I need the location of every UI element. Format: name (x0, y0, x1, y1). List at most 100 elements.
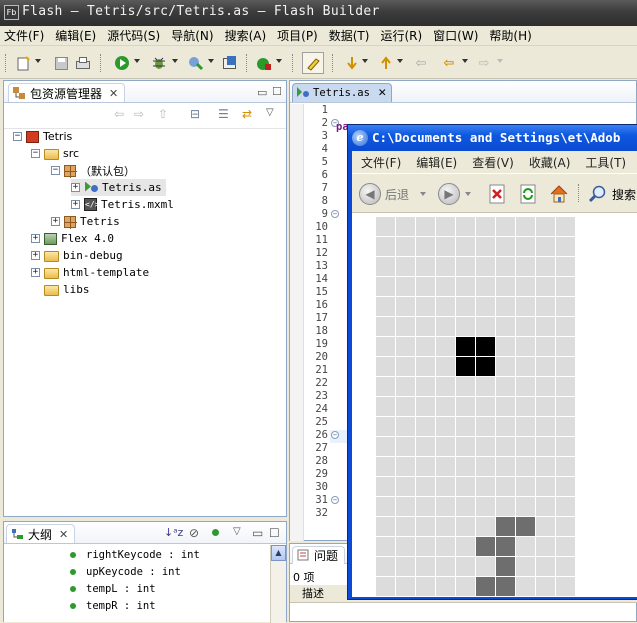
tree-item-tetris-mxml[interactable]: + </> Tetris.mxml (71, 196, 174, 213)
collapse-icon[interactable]: − (31, 149, 40, 158)
up-nav-icon[interactable]: ⇧ (158, 107, 168, 121)
outline-item[interactable]: tempR : int (70, 597, 156, 614)
menu-navigate[interactable]: 导航(N) (171, 27, 213, 44)
view-menu-icon[interactable]: ▽ (233, 526, 241, 537)
editor-tab-tetris-as[interactable]: Tetris.as ✕ (292, 83, 392, 102)
forward-nav-icon[interactable]: ⇨ (134, 107, 144, 121)
scroll-up-icon[interactable]: ▲ (271, 545, 286, 561)
forward-dropdown-icon[interactable] (497, 59, 503, 63)
maximize-icon[interactable]: ☐ (269, 526, 280, 540)
collapse-icon[interactable]: − (51, 166, 60, 175)
mark-occurrences-icon[interactable] (302, 52, 324, 74)
tree-item-libs[interactable]: libs (44, 281, 90, 298)
previous-annotation-icon[interactable] (377, 54, 395, 72)
debug-dropdown-icon[interactable] (172, 59, 178, 63)
expand-icon[interactable]: + (51, 217, 60, 226)
problems-tab[interactable]: 问题 (292, 546, 346, 564)
tree-item-flex-sdk[interactable]: + Flex 4.0 (31, 230, 114, 247)
menu-file[interactable]: 文件(F) (4, 27, 44, 44)
expand-icon[interactable]: + (31, 234, 40, 243)
last-edit-location-icon[interactable]: ⇦ (412, 54, 430, 72)
browser-menu-favorites[interactable]: 收藏(A) (529, 154, 571, 171)
sort-icon[interactable]: ↓ᵃz (164, 526, 183, 539)
browser-menu-view[interactable]: 查看(V) (472, 154, 514, 171)
search-icon[interactable] (588, 184, 608, 204)
expand-icon[interactable]: + (31, 251, 40, 260)
profile-icon[interactable] (187, 54, 205, 72)
outline-item[interactable]: rightKeycode : int (70, 546, 200, 563)
outline-scrollbar[interactable]: ▲ (270, 545, 286, 623)
new-file-icon[interactable] (14, 54, 32, 72)
tetris-board[interactable] (376, 217, 578, 597)
fold-toggle-icon[interactable]: − (331, 431, 339, 439)
browser-menu-tools[interactable]: 工具(T) (585, 154, 626, 171)
menu-help[interactable]: 帮助(H) (489, 27, 531, 44)
close-tab-icon[interactable]: ✕ (109, 87, 118, 100)
debug-icon[interactable] (150, 54, 168, 72)
collapse-all-icon[interactable]: ⊟ (190, 107, 200, 121)
export-release-icon[interactable] (221, 54, 239, 72)
menu-edit[interactable]: 编辑(E) (55, 27, 96, 44)
back-dropdown-icon[interactable] (420, 192, 426, 196)
outline-item[interactable]: tempL : int (70, 580, 156, 597)
run-dropdown-icon[interactable] (134, 59, 140, 63)
previous-annotation-dropdown-icon[interactable] (397, 59, 403, 63)
tree-item-default-package[interactable]: − （默认包） (51, 162, 135, 179)
tree-item-bin-debug[interactable]: + bin-debug (31, 247, 123, 264)
expand-icon[interactable]: + (31, 268, 40, 277)
tree-item-tetris-package[interactable]: + Tetris (51, 213, 120, 230)
menu-data[interactable]: 数据(T) (329, 27, 370, 44)
external-tools-icon[interactable] (255, 54, 273, 72)
maximize-icon[interactable]: ☐ (272, 85, 282, 98)
stop-icon[interactable] (487, 184, 507, 204)
tree-item-html-template[interactable]: + html-template (31, 264, 149, 281)
minimize-icon[interactable]: ▭ (252, 526, 263, 540)
tree-item-tetris-as[interactable]: + Tetris.as (71, 179, 166, 196)
view-menu-icon[interactable]: ▽ (266, 107, 274, 118)
hide-static-icon[interactable]: ⊘ (189, 526, 199, 540)
menu-project[interactable]: 项目(P) (277, 27, 318, 44)
menu-run[interactable]: 运行(R) (380, 27, 422, 44)
browser-menu-edit[interactable]: 编辑(E) (416, 154, 457, 171)
forward-arrow-icon[interactable]: ▶ (438, 183, 460, 205)
home-icon[interactable] (549, 184, 569, 204)
back-label[interactable]: 后退 (385, 186, 409, 203)
back-arrow-icon[interactable]: ◀ (359, 183, 381, 205)
refresh-icon[interactable] (518, 184, 538, 204)
minimize-icon[interactable]: ▭ (257, 86, 267, 99)
forward-dropdown-icon[interactable] (465, 192, 471, 196)
tree-item-src[interactable]: − src (31, 145, 79, 162)
menu-window[interactable]: 窗口(W) (433, 27, 478, 44)
new-dropdown-icon[interactable] (35, 59, 41, 63)
menu-search[interactable]: 搜索(A) (225, 27, 267, 44)
browser-menu-file[interactable]: 文件(F) (361, 154, 401, 171)
package-explorer-tab[interactable]: 包资源管理器 ✕ (8, 83, 126, 102)
save-icon[interactable] (52, 54, 70, 72)
outline-tab[interactable]: 大纲 ✕ (6, 524, 76, 543)
next-annotation-dropdown-icon[interactable] (362, 59, 368, 63)
back-nav-icon[interactable]: ⇦ (114, 107, 124, 121)
back-icon[interactable]: ⇦ (440, 54, 458, 72)
expand-icon[interactable]: + (71, 200, 80, 209)
empty-cell (536, 417, 555, 436)
back-dropdown-icon[interactable] (462, 59, 468, 63)
close-tab-icon[interactable]: ✕ (59, 528, 68, 541)
expand-icon[interactable]: + (71, 183, 80, 192)
profile-dropdown-icon[interactable] (208, 59, 214, 63)
next-annotation-icon[interactable] (343, 54, 361, 72)
link-with-editor-icon[interactable]: ⇄ (242, 107, 252, 121)
menu-list-icon[interactable]: ☰ (218, 107, 229, 121)
close-tab-icon[interactable]: ✕ (378, 87, 387, 99)
print-icon[interactable] (74, 54, 92, 72)
outline-item[interactable]: upKeycode : int (70, 563, 181, 580)
tree-item-project[interactable]: − Tetris (13, 128, 72, 145)
forward-icon[interactable]: ⇨ (475, 54, 493, 72)
fold-toggle-icon[interactable]: − (331, 496, 339, 504)
collapse-icon[interactable]: − (13, 132, 22, 141)
run-icon[interactable] (113, 54, 131, 72)
hide-non-public-icon[interactable] (212, 529, 219, 536)
fold-toggle-icon[interactable]: − (331, 210, 339, 218)
menu-source[interactable]: 源代码(S) (107, 27, 160, 44)
search-label[interactable]: 搜索 (612, 186, 636, 203)
external-tools-dropdown-icon[interactable] (276, 59, 282, 63)
